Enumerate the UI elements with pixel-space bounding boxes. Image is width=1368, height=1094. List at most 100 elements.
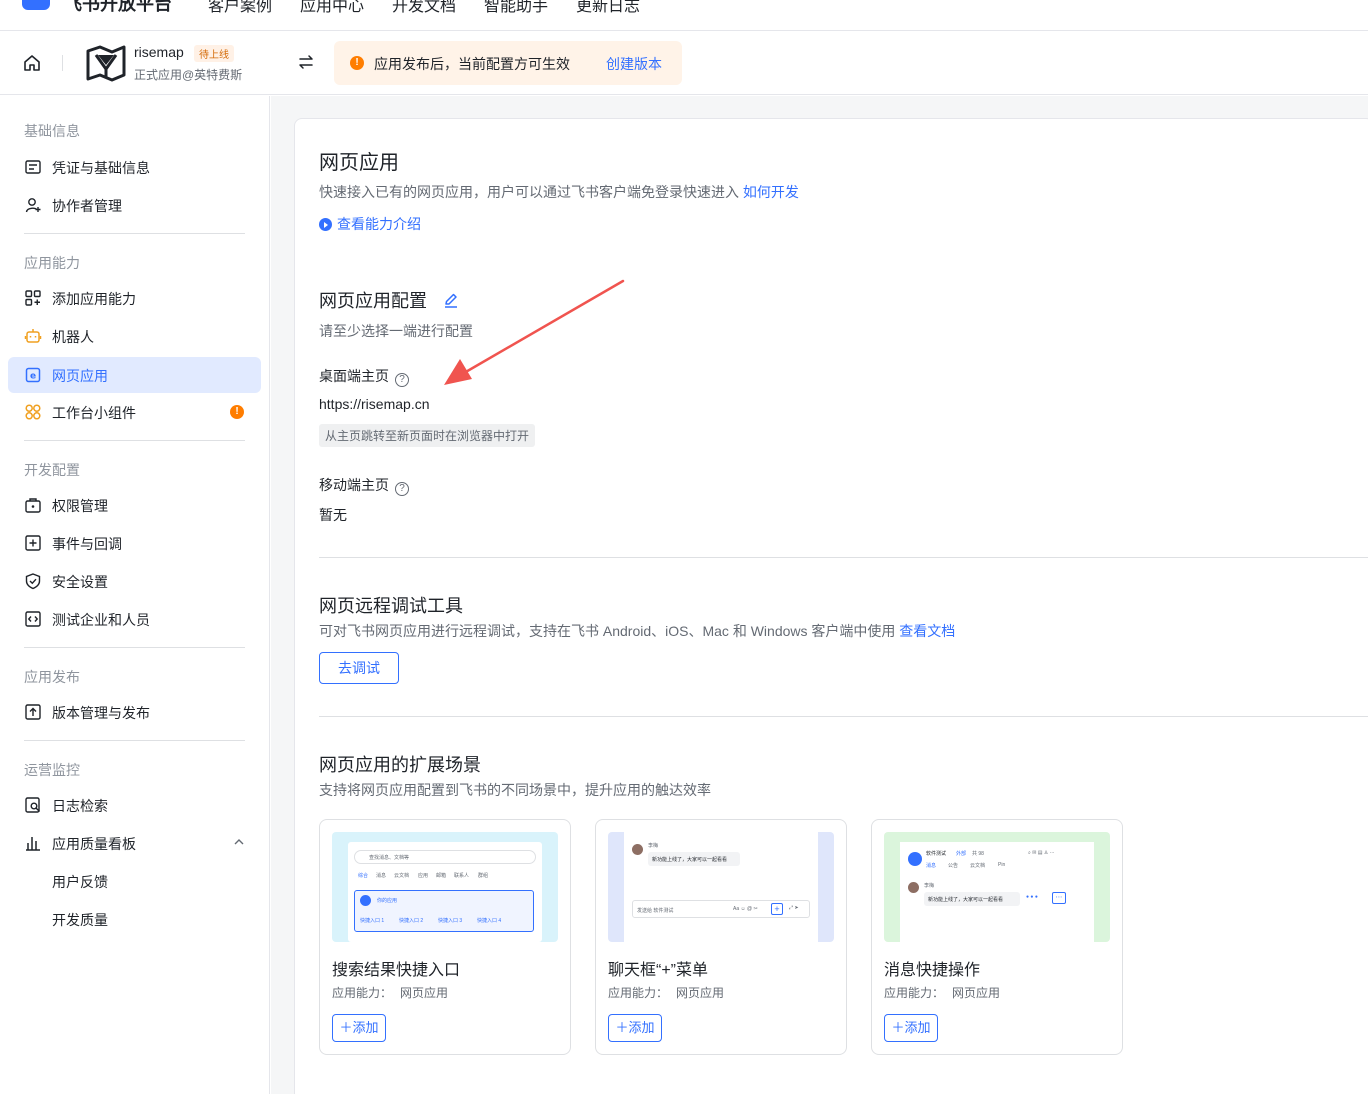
desktop-homepage-url: https://risemap.cn bbox=[319, 396, 430, 412]
sidebar-item-widget[interactable]: 工作台小组件 ! bbox=[8, 394, 261, 430]
thumb-group-name: 软件测试 bbox=[926, 851, 947, 857]
sidebar-item-quality-board[interactable]: 应用质量看板 bbox=[8, 825, 261, 861]
thumb-input-tools: Aa ☺ @ ✂ bbox=[733, 906, 758, 912]
thumb-tab: 云文档 bbox=[394, 873, 410, 879]
thumb-input-placeholder: 发送给 软件测试 bbox=[637, 908, 674, 914]
add-scene-button[interactable]: ＋添加 bbox=[332, 1014, 386, 1042]
thumb-tab: 消息 bbox=[376, 873, 387, 879]
help-icon[interactable]: ? bbox=[395, 482, 409, 496]
capability-value: 网页应用 bbox=[952, 986, 1001, 1000]
sidebar-item-bot[interactable]: 机器人 bbox=[8, 318, 261, 354]
ability-intro-link[interactable]: 查看能力介绍 bbox=[319, 214, 421, 234]
chevron-up-icon[interactable] bbox=[232, 835, 246, 849]
sidebar-item-label: 工作台小组件 bbox=[52, 405, 136, 421]
sidebar-item-credentials[interactable]: 凭证与基础信息 bbox=[8, 149, 261, 185]
section-divider bbox=[319, 716, 1368, 717]
send-icon: ⤢ ➤ bbox=[789, 905, 799, 911]
thumb-search-placeholder: 查找消息、文档等 bbox=[369, 855, 410, 861]
sidebar-item-versions[interactable]: 版本管理与发布 bbox=[8, 694, 261, 730]
capability-value: 网页应用 bbox=[676, 986, 725, 1000]
debug-description: 可对飞书网页应用进行远程调试，支持在飞书 Android、iOS、Mac 和 W… bbox=[319, 621, 955, 641]
sidebar-item-test-org[interactable]: 测试企业和人员 bbox=[8, 601, 261, 637]
sidebar-divider bbox=[24, 740, 245, 741]
thumb-tab: 消息 bbox=[926, 863, 937, 869]
nav-item-cases[interactable]: 客户案例 bbox=[208, 0, 272, 16]
sidebar-item-label: 日志检索 bbox=[52, 798, 108, 814]
thumb-tab: 群组 bbox=[478, 873, 489, 879]
user-add-icon bbox=[25, 198, 41, 213]
app-subtitle: 正式应用@英特费斯 bbox=[134, 68, 243, 82]
header-divider bbox=[62, 55, 63, 71]
thumb-sender: 李梅 bbox=[924, 883, 935, 889]
scene-card-capability: 应用能力： 网页应用 bbox=[608, 984, 724, 1001]
debug-title: 网页远程调试工具 bbox=[319, 596, 463, 616]
app-status-badge: 待上线 bbox=[194, 45, 234, 62]
play-icon bbox=[319, 218, 332, 231]
brand-title[interactable]: 飞书开放平台 bbox=[64, 0, 172, 16]
thumb-search-bar: 查找消息、文档等 bbox=[354, 850, 536, 864]
sidebar-item-security[interactable]: 安全设置 bbox=[8, 563, 261, 599]
sidebar-item-label: 协作者管理 bbox=[52, 198, 122, 214]
view-docs-link[interactable]: 查看文档 bbox=[899, 623, 955, 639]
robot-icon bbox=[24, 329, 42, 343]
sidebar-item-permissions[interactable]: 权限管理 bbox=[8, 487, 261, 523]
thumb-shortcut: 快捷入口 4 bbox=[477, 918, 502, 924]
scene-card-capability: 应用能力： 网页应用 bbox=[332, 984, 448, 1001]
sidebar-item-events[interactable]: 事件与回调 bbox=[8, 525, 261, 561]
thumb-message-bubble: 新功能上线了，大家可以一起看看 bbox=[924, 892, 1020, 906]
plus-icon: + bbox=[771, 903, 783, 915]
thumb-tab: 公告 bbox=[948, 863, 959, 869]
sidebar-item-feedback[interactable]: 用户反馈 bbox=[8, 863, 261, 899]
create-version-link[interactable]: 创建版本 bbox=[606, 54, 662, 74]
how-to-develop-link[interactable]: 如何开发 bbox=[743, 184, 799, 200]
sidebar-item-logs[interactable]: 日志检索 bbox=[8, 787, 261, 823]
svg-text:e: e bbox=[30, 372, 36, 382]
capability-value: 网页应用 bbox=[400, 986, 449, 1000]
help-icon[interactable]: ? bbox=[395, 373, 409, 387]
search-shortcut-thumbnail: 查找消息、文档等 综合 消息 云文档 应用 邮箱 联系人 群组 你的应用 快捷入… bbox=[332, 832, 558, 942]
thumb-message: 新功能上线了，大家可以一起看看 bbox=[928, 897, 1004, 903]
debug-description-text: 可对飞书网页应用进行远程调试，支持在飞书 Android、iOS、Mac 和 W… bbox=[319, 623, 896, 639]
home-icon[interactable] bbox=[22, 53, 42, 73]
plus-icon: ＋ bbox=[615, 1020, 629, 1035]
sidebar: 基础信息 凭证与基础信息 协作者管理 应用能力 添加应用能力 机器人 e 网页应… bbox=[0, 96, 270, 1094]
widget-warning-badge: ! bbox=[230, 405, 244, 419]
feishu-logo-icon[interactable] bbox=[22, 0, 50, 10]
nav-item-app-center[interactable]: 应用中心 bbox=[300, 0, 364, 16]
thumb-tab: 应用 bbox=[418, 873, 429, 879]
web-app-icon: e bbox=[25, 367, 41, 383]
add-scene-button[interactable]: ＋添加 bbox=[884, 1014, 938, 1042]
switch-app-icon[interactable] bbox=[297, 53, 315, 71]
thumb-tab: 联系人 bbox=[454, 873, 470, 879]
nav-item-changelog[interactable]: 更新日志 bbox=[576, 0, 640, 16]
thumb-header-tools: ⌕ ✉ ▤ ♙ ⋯ bbox=[1028, 850, 1055, 856]
thumb-shortcut: 快捷入口 3 bbox=[438, 918, 463, 924]
sidebar-group-release: 应用发布 bbox=[24, 669, 80, 685]
credential-card-icon bbox=[25, 160, 41, 174]
sidebar-item-dev-quality[interactable]: 开发质量 bbox=[8, 901, 261, 937]
sidebar-item-web-app[interactable]: e 网页应用 bbox=[8, 357, 261, 393]
capability-label: 应用能力： bbox=[884, 986, 945, 1000]
plus-icon: ＋ bbox=[339, 1020, 353, 1035]
page-description-text: 快速接入已有的网页应用，用户可以通过飞书客户端免登录快速进入 bbox=[319, 184, 739, 200]
thumb-group-count: 共 98 bbox=[972, 851, 984, 857]
add-scene-button[interactable]: ＋添加 bbox=[608, 1014, 662, 1042]
config-title-text: 网页应用配置 bbox=[319, 291, 427, 311]
sidebar-item-label: 凭证与基础信息 bbox=[52, 160, 150, 176]
sidebar-item-add-ability[interactable]: 添加应用能力 bbox=[8, 280, 261, 316]
section-divider bbox=[319, 557, 1368, 558]
scene-card-title: 搜索结果快捷入口 bbox=[332, 962, 461, 979]
sidebar-item-collaborators[interactable]: 协作者管理 bbox=[8, 187, 261, 223]
go-debug-button[interactable]: 去调试 bbox=[319, 652, 399, 684]
red-arrow-annotation bbox=[444, 279, 625, 385]
thumb-action-dots: ● ● ● bbox=[1026, 894, 1038, 900]
thumb-tab: Pin bbox=[998, 862, 1006, 868]
thumb-chat-input: 发送给 软件测试 Aa ☺ @ ✂ + ⤢ ➤ bbox=[632, 900, 810, 918]
notice-text: 应用发布后，当前配置方可生效 bbox=[374, 56, 570, 72]
nav-item-docs[interactable]: 开发文档 bbox=[392, 0, 456, 16]
nav-item-assistant[interactable]: 智能助手 bbox=[484, 0, 548, 16]
scenes-title: 网页应用的扩展场景 bbox=[319, 755, 481, 775]
sidebar-item-label: 机器人 bbox=[52, 329, 94, 345]
message-action-thumbnail: 软件测试 外部 共 98 消息 公告 云文档 Pin ⌕ ✉ ▤ ♙ ⋯ 李梅 … bbox=[884, 832, 1110, 942]
add-label: 添加 bbox=[904, 1020, 931, 1035]
